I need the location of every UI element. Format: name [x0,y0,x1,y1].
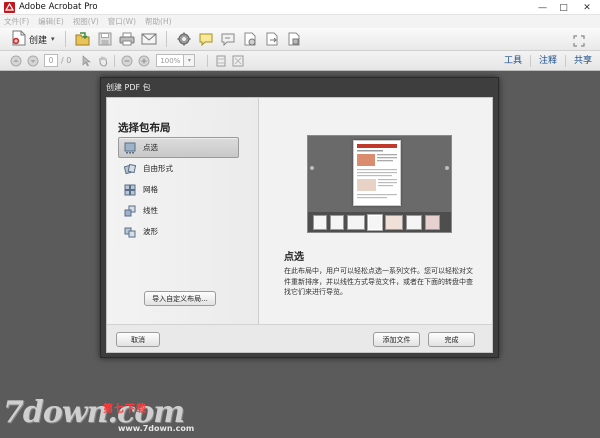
watermark-cn: 第七下载 [103,404,147,415]
email-icon[interactable] [138,30,160,48]
dialog-footer: 取消 添加文件 完成 [107,324,492,352]
acrobat-app-icon [4,1,15,13]
create-pdf-icon [12,30,26,49]
export-icon[interactable] [261,30,283,48]
main-toolbar: 创建 ▾ [0,28,600,51]
layout-option-grid[interactable]: 网格 [118,179,239,200]
dialog-title: 创建 PDF 包 [106,83,151,92]
stamp-icon[interactable] [239,30,261,48]
window-title: Adobe Acrobat Pro [19,2,98,12]
watermark-url: www.7down.com [118,424,195,433]
menu-bar: 文件(F) 编辑(E) 视图(V) 窗口(W) 帮助(H) [0,15,600,28]
create-label: 创建 [29,35,48,46]
wave-icon [124,226,136,238]
layout-option-label: 点选 [143,143,158,152]
layout-panel: 选择包布局 点选 自由形式 网格 线性 波形 导入自定义布局... [107,98,259,324]
layout-preview-panel: 点选 在此布局中，用户可以轻松点选一系列文件。您可以轻松对文件重新排序，并以线性… [260,98,492,324]
preview-thumbnail [313,214,327,230]
layout-detail-title: 点选 [284,252,304,263]
layout-heading: 选择包布局 [118,122,171,134]
import-custom-layout-button[interactable]: 导入自定义布局... [144,291,216,306]
fit-page-icon[interactable] [212,53,229,69]
layout-preview-image [307,135,452,233]
share-pane-link[interactable]: 共享 [564,55,600,67]
carousel-left-dot [310,166,314,170]
preview-thumbnail-selected [367,213,383,231]
preview-document-page [353,140,401,206]
dialog-body: 选择包布局 点选 自由形式 网格 线性 波形 导入自定义布局... 点选 在此布… [106,97,493,353]
zoom-dropdown-icon[interactable]: ▾ [184,54,196,67]
select-arrow-icon[interactable] [77,53,94,69]
maximize-button[interactable]: □ [553,0,574,15]
layout-option-label: 线性 [143,206,158,215]
create-pdf-portfolio-dialog: 创建 PDF 包 选择包布局 点选 自由形式 网格 线性 波形 导入自定义布局.… [100,77,499,358]
tools-pane-link[interactable]: 工具 [496,55,530,67]
menu-file[interactable]: 文件(F) [4,16,29,27]
menu-view[interactable]: 视图(V) [73,16,99,27]
navigation-toolbar: 0 / 0 100% ▾ 工具 注释 共享 [0,51,600,71]
create-button[interactable]: 创建 ▾ [8,30,59,48]
click-through-icon [124,142,136,154]
add-files-button[interactable]: 添加文件 [373,332,420,347]
zoom-level-input[interactable]: 100% [156,54,185,67]
expand-icon[interactable] [568,32,590,50]
page-down-icon[interactable] [24,53,41,69]
preview-thumbnail [347,214,365,230]
finish-button[interactable]: 完成 [428,332,475,347]
layout-list: 点选 自由形式 网格 线性 波形 [118,137,239,242]
comment-pane-link[interactable]: 注释 [529,55,565,67]
cancel-button[interactable]: 取消 [116,332,160,347]
page-up-icon[interactable] [7,53,24,69]
save-icon[interactable] [94,30,116,48]
zoom-out-icon[interactable] [118,53,135,69]
menu-help[interactable]: 帮助(H) [145,16,172,27]
layout-option-linear[interactable]: 线性 [118,200,239,221]
comment-icon[interactable] [195,30,217,48]
linear-icon [124,205,136,217]
zoom-in-icon[interactable] [135,53,152,69]
sign-icon[interactable] [217,30,239,48]
toolbar-divider [114,54,116,67]
print-icon[interactable] [116,30,138,48]
chevron-down-icon: ▾ [51,35,55,43]
layout-option-click-through[interactable]: 点选 [118,137,239,158]
minimize-button[interactable]: — [532,0,553,15]
close-button[interactable]: ✕ [574,0,600,15]
preview-thumbnail [330,214,344,230]
fit-width-icon[interactable] [229,53,246,69]
freeform-icon [124,163,136,175]
open-folder-icon[interactable] [72,30,94,48]
toolbar-divider [165,31,167,47]
carousel-right-dot [445,166,449,170]
toolbar-divider [64,31,66,47]
menu-window[interactable]: 窗口(W) [108,16,136,27]
page-number-input[interactable]: 0 [44,54,58,67]
layout-detail-description: 在此布局中，用户可以轻松点选一系列文件。您可以轻松对文件重新排序，并以线性方式导… [284,267,473,296]
preview-thumbnail-strip [308,212,451,232]
preview-thumbnail [406,214,422,230]
grid-icon [124,184,136,196]
layout-option-freeform[interactable]: 自由形式 [118,158,239,179]
page-total: / 0 [61,56,72,65]
layout-option-label: 网格 [143,185,158,194]
layout-option-label: 波形 [143,227,158,236]
title-bar: Adobe Acrobat Pro — □ ✕ [0,0,600,15]
share-icon[interactable] [283,30,305,48]
layout-option-wave[interactable]: 波形 [118,221,239,242]
preview-thumbnail [385,214,403,230]
hand-tool-icon[interactable] [94,53,111,69]
settings-gear-icon[interactable] [173,30,195,48]
menu-edit[interactable]: 编辑(E) [38,16,64,27]
preview-thumbnail [425,214,440,230]
layout-option-label: 自由形式 [143,164,173,173]
toolbar-divider [207,54,209,67]
